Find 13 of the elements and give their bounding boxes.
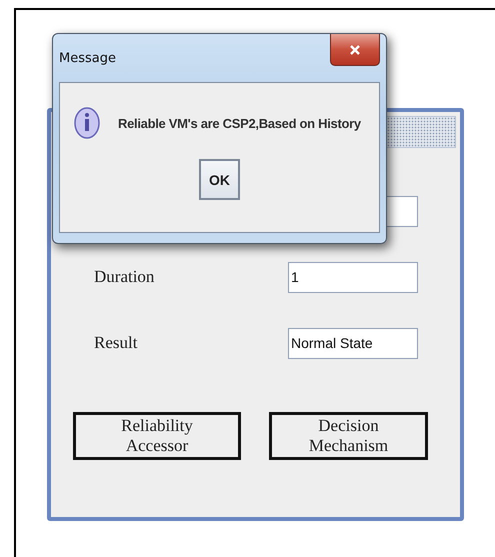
action-button[interactable]: Decision Mechanism: [269, 412, 428, 460]
field-label: Result: [93, 333, 138, 353]
close-icon: [350, 44, 360, 54]
info-icon: [74, 107, 100, 139]
input-field[interactable]: 1: [288, 262, 418, 292]
input-field[interactable]: Normal State: [288, 328, 418, 358]
title-bar: [386, 116, 456, 148]
dialog-title: Message: [59, 51, 116, 66]
ok-button[interactable]: OK: [199, 159, 240, 200]
field-label: Duration: [93, 267, 156, 287]
close-button[interactable]: [330, 34, 380, 66]
dialog-message: Reliable VM's are CSP2,Based on History: [118, 116, 361, 130]
action-button[interactable]: Reliability Accessor: [73, 412, 241, 460]
